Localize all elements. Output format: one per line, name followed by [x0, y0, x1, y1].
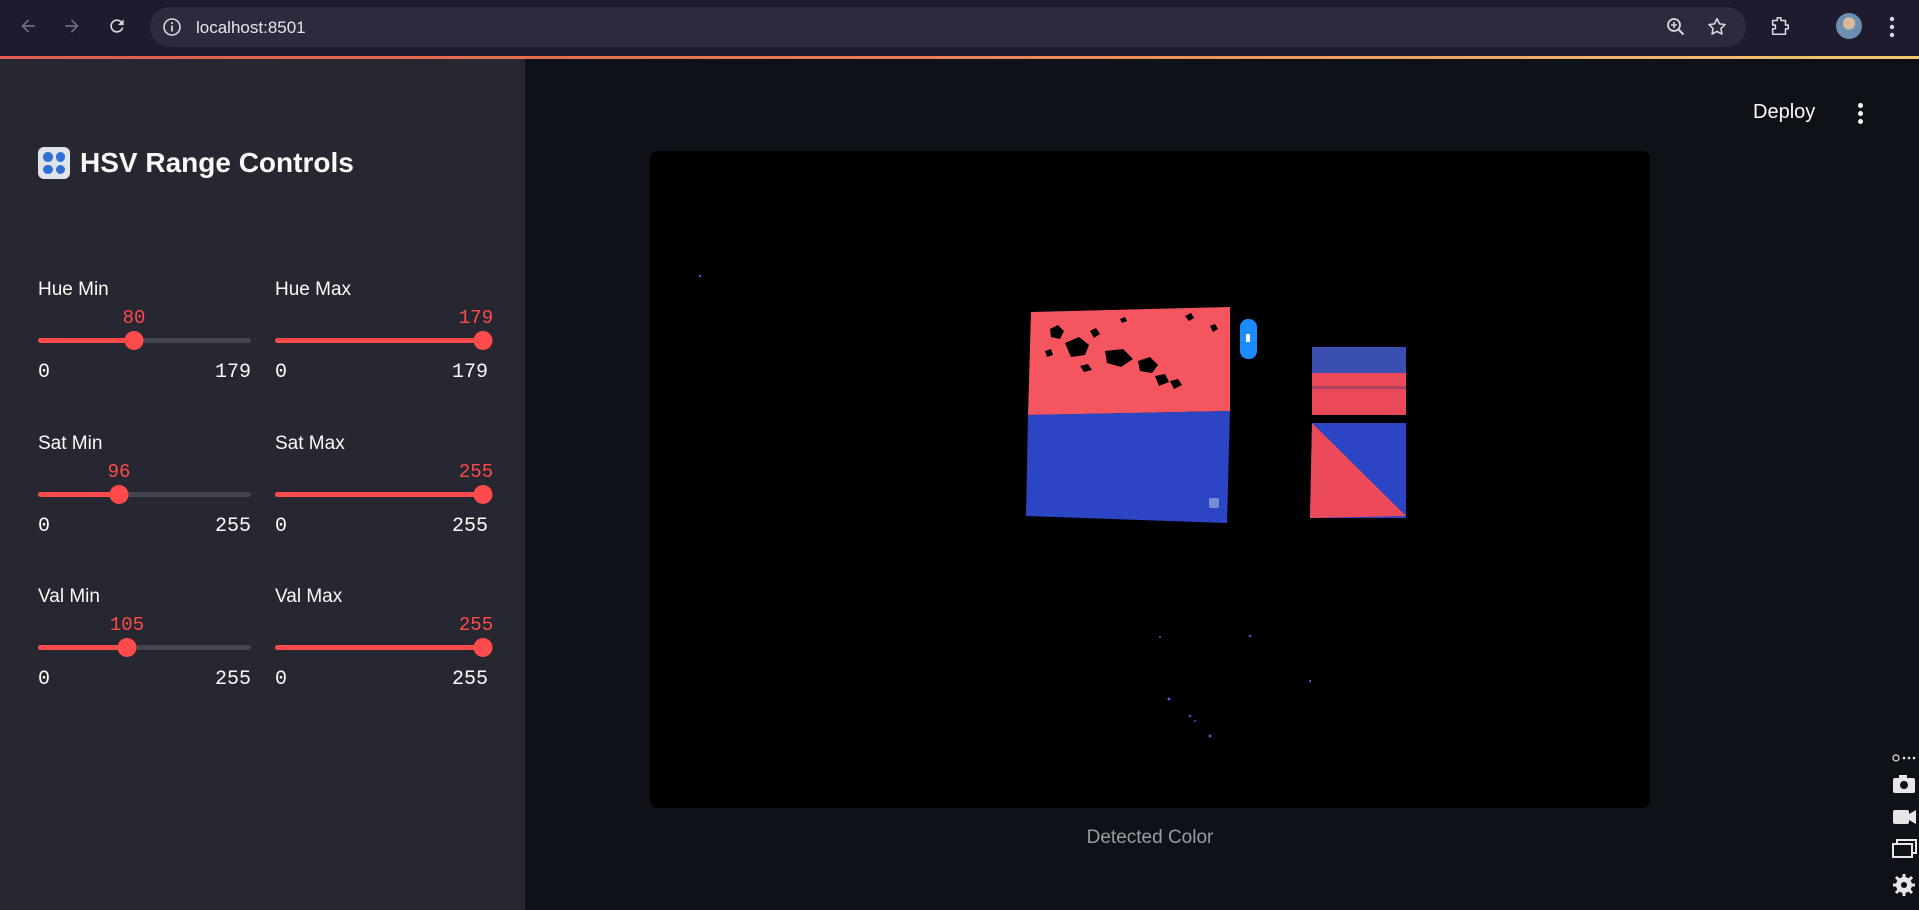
slider-fill — [38, 645, 127, 650]
slider-thumb[interactable] — [473, 638, 493, 657]
video-icon — [1893, 810, 1916, 824]
slider-fill — [275, 645, 483, 650]
side-toolbar — [1890, 752, 1919, 907]
slider-thumb[interactable] — [124, 331, 144, 350]
left-box-blue — [1026, 411, 1230, 523]
right-box-mask — [1310, 347, 1406, 518]
slider-thumb[interactable] — [473, 331, 493, 350]
deploy-button[interactable]: Deploy — [1753, 101, 1815, 124]
slider-val-min[interactable]: Val Min 105 0 255 — [38, 586, 251, 706]
slider-fill — [38, 338, 134, 343]
slider-max: 255 — [451, 668, 488, 691]
slider-hue-min[interactable]: Hue Min 80 0 179 — [38, 279, 251, 399]
url-text[interactable]: localhost:8501 — [196, 18, 306, 38]
sidebar-title-text: HSV Range Controls — [80, 147, 354, 178]
slider-label: Sat Min — [38, 433, 103, 454]
sidebar-title: HSV Range Controls — [38, 147, 354, 179]
slider-max: 179 — [451, 361, 488, 384]
slider-thumb[interactable] — [117, 638, 137, 657]
slider-label: Val Max — [275, 586, 343, 607]
slider-value: 255 — [458, 614, 494, 636]
site-info-icon[interactable] — [162, 17, 182, 37]
address-bar[interactable]: localhost:8501 — [150, 7, 1746, 47]
slider-min: 0 — [38, 361, 51, 384]
slider-label: Hue Max — [275, 279, 352, 300]
slider-sat-max[interactable]: Sat Max 255 0 255 — [275, 433, 493, 553]
slider-max: 179 — [214, 361, 251, 384]
more-vert-icon[interactable] — [1886, 14, 1898, 40]
slider-max: 255 — [451, 515, 488, 538]
mask-image-svg — [650, 151, 1650, 808]
slider-thumb[interactable] — [109, 485, 129, 504]
zoom-icon[interactable] — [1666, 17, 1686, 37]
reload-icon[interactable] — [105, 14, 129, 38]
image-caption: Detected Color — [1086, 827, 1214, 848]
slider-min: 0 — [275, 361, 288, 384]
right-box-top-blue — [1312, 347, 1406, 373]
more-tools-icon — [1892, 754, 1916, 762]
slider-thumb[interactable] — [473, 485, 493, 504]
detected-color-image — [650, 151, 1650, 808]
extensions-icon[interactable] — [1769, 15, 1791, 37]
slider-min: 0 — [38, 515, 51, 538]
slider-max: 255 — [214, 668, 251, 691]
profile-avatar[interactable] — [1836, 13, 1862, 39]
slider-sat-min[interactable]: Sat Min 96 0 255 — [38, 433, 251, 553]
slider-fill — [38, 492, 119, 497]
browser-toolbar: localhost:8501 — [0, 0, 1919, 58]
left-box-marker — [1209, 498, 1219, 508]
star-icon[interactable] — [1706, 16, 1728, 38]
blue-pill-highlight — [1246, 334, 1250, 342]
slider-min: 0 — [275, 668, 288, 691]
slider-value: 179 — [458, 307, 494, 329]
control-knobs-icon — [38, 147, 70, 179]
slider-min: 0 — [38, 668, 51, 691]
slider-value: 105 — [109, 614, 145, 636]
slider-val-max[interactable]: Val Max 255 0 255 — [275, 586, 493, 706]
slider-fill — [275, 338, 483, 343]
left-box-mask — [1026, 307, 1230, 523]
slider-label: Sat Max — [275, 433, 345, 454]
settings-icon — [1893, 874, 1915, 896]
main-menu-icon[interactable] — [1852, 101, 1868, 127]
slider-label: Hue Min — [38, 279, 109, 300]
right-box-red-band — [1312, 373, 1406, 415]
slider-value: 255 — [458, 461, 494, 483]
slider-fill — [275, 492, 483, 497]
windows-icon — [1892, 839, 1917, 858]
slider-hue-max[interactable]: Hue Max 179 0 179 — [275, 279, 493, 399]
slider-value: 96 — [107, 461, 131, 483]
forward-icon[interactable] — [60, 14, 84, 38]
slider-value: 80 — [122, 307, 146, 329]
slider-max: 255 — [214, 515, 251, 538]
camera-icon — [1893, 775, 1915, 793]
back-icon[interactable] — [16, 14, 40, 38]
slider-min: 0 — [275, 515, 288, 538]
right-box-stripe — [1312, 386, 1406, 389]
slider-label: Val Min — [38, 586, 100, 607]
